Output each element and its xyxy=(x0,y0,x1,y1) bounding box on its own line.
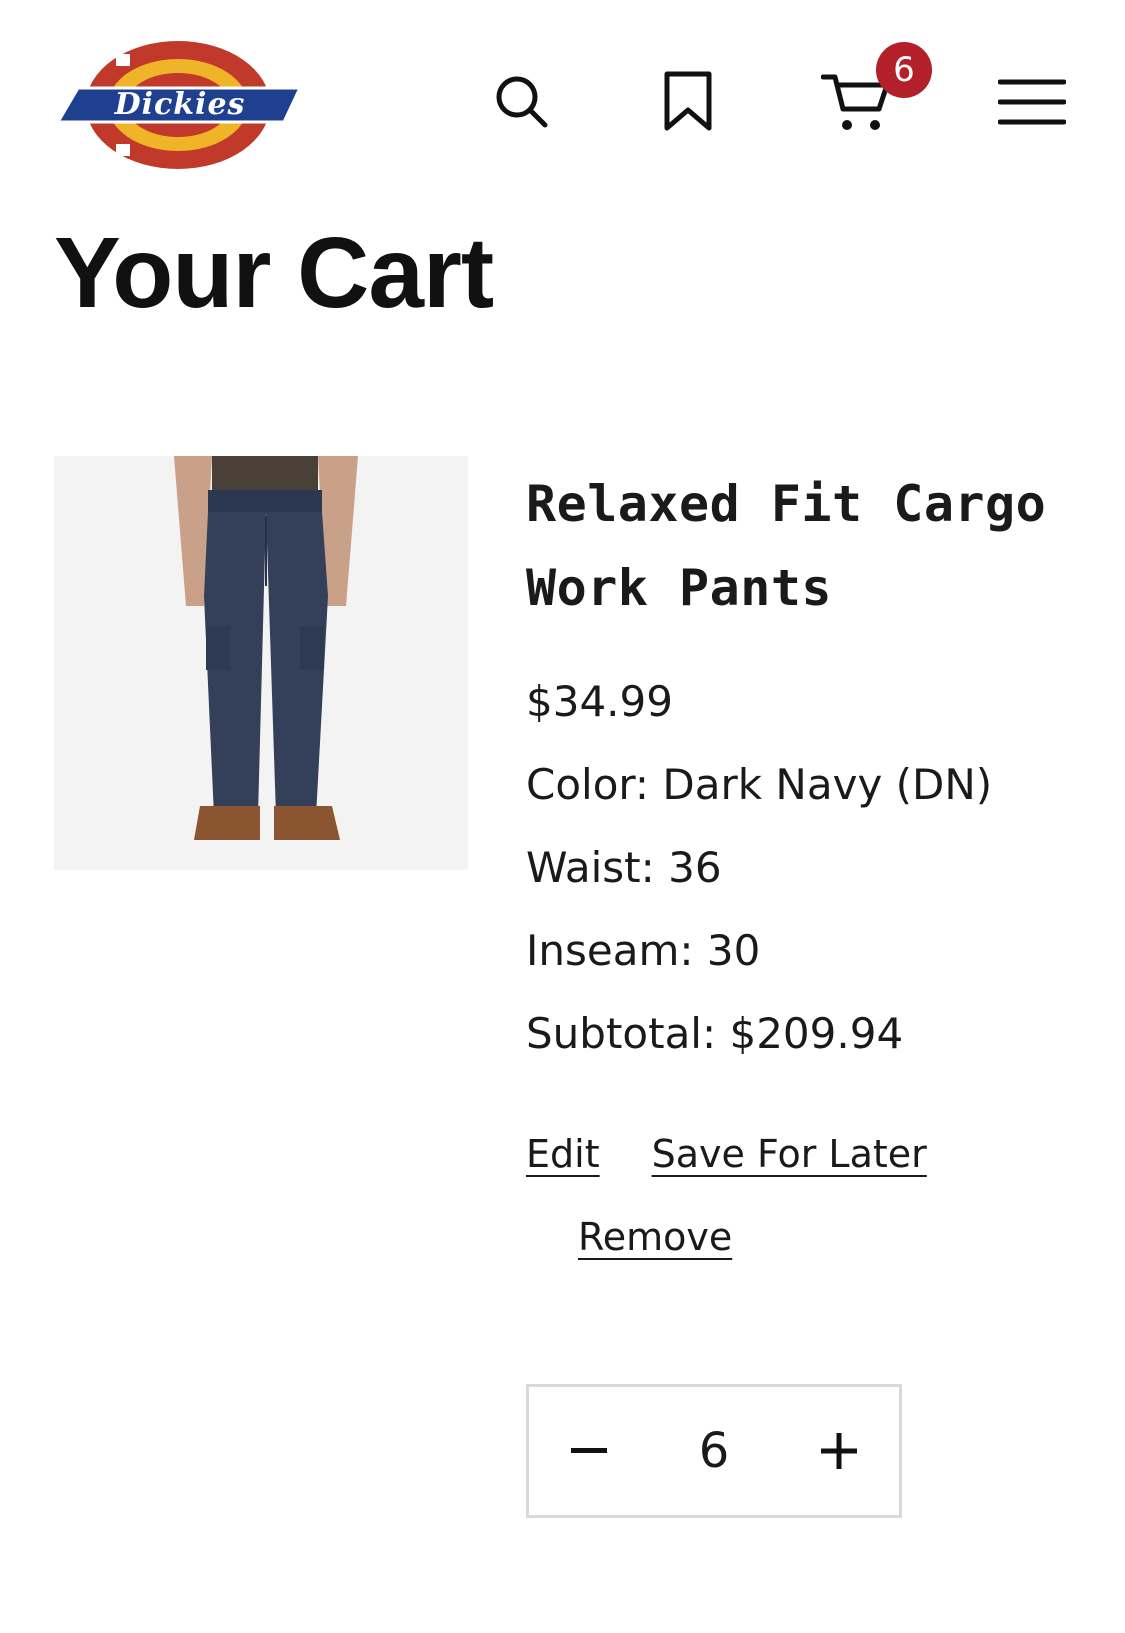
product-price: $34.99 xyxy=(526,677,673,726)
save-for-later-link[interactable]: Save For Later xyxy=(652,1113,927,1196)
quantity-stepper: 6 xyxy=(526,1384,902,1518)
item-actions: Edit Save For Later Remove xyxy=(526,1113,1106,1279)
decrease-quantity-button[interactable] xyxy=(529,1387,649,1515)
increase-quantity-button[interactable] xyxy=(779,1387,899,1515)
page-title: Your Cart xyxy=(54,217,494,329)
quantity-value[interactable]: 6 xyxy=(699,1423,730,1479)
dickies-logo[interactable]: Dickies xyxy=(56,36,306,174)
hamburger-menu-icon xyxy=(998,79,1066,125)
product-name-line1: Relaxed Fit Cargo xyxy=(526,475,1047,533)
menu-button[interactable] xyxy=(996,66,1068,138)
bookmark-icon xyxy=(664,71,712,131)
plus-icon xyxy=(820,1433,857,1469)
minus-icon xyxy=(571,1448,607,1453)
product-name-line2: Work Pants xyxy=(526,559,833,617)
remove-link[interactable]: Remove xyxy=(578,1196,1106,1279)
cart-item-details: Relaxed Fit Cargo Work Pants $34.99 Colo… xyxy=(526,462,1106,1279)
edit-link[interactable]: Edit xyxy=(526,1113,600,1196)
product-waist: Waist: 36 xyxy=(526,843,722,892)
cart-count-badge: 6 xyxy=(876,42,932,98)
bookmark-button[interactable] xyxy=(652,66,724,138)
search-button[interactable] xyxy=(486,66,558,138)
product-inseam: Inseam: 30 xyxy=(526,926,761,975)
product-color: Color: Dark Navy (DN) xyxy=(526,760,993,809)
cargo-pants-image xyxy=(54,456,468,870)
product-image[interactable] xyxy=(54,456,468,870)
site-header: Dickies 6 xyxy=(0,0,1125,190)
product-name[interactable]: Relaxed Fit Cargo Work Pants xyxy=(526,462,1106,630)
svg-text:Dickies: Dickies xyxy=(114,87,246,122)
search-icon xyxy=(496,76,548,128)
item-subtotal: Subtotal: $209.94 xyxy=(526,1009,904,1058)
dickies-logo-icon: Dickies xyxy=(56,41,303,169)
